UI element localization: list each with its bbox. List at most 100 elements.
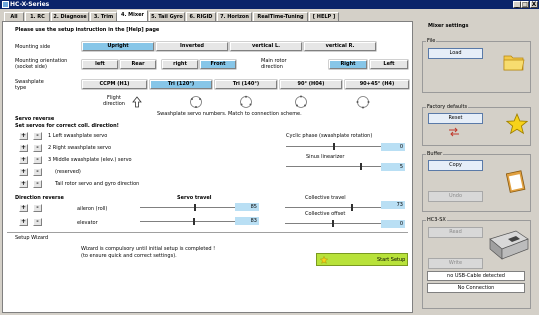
- tab-all[interactable]: All: [4, 12, 24, 21]
- buffer-group: Buffer Copy Undo: [422, 151, 531, 212]
- servo1-label: 1 Left swashplate servo: [48, 133, 108, 139]
- copy-button[interactable]: Copy: [428, 160, 483, 171]
- aileron-travel-slider[interactable]: [140, 203, 235, 213]
- file-group-label: File: [426, 38, 437, 44]
- orientation-front-button[interactable]: Front: [200, 60, 236, 69]
- wizard-message-line2: (to ensure quick and correct settings).: [81, 253, 177, 259]
- setup-wizard-title: Setup Wizard: [15, 235, 49, 241]
- tail-label: Tail rotor servo and gyro direction: [55, 181, 140, 187]
- undo-button[interactable]: Undo: [428, 191, 483, 202]
- swash-90-button[interactable]: 90° (H04): [280, 80, 342, 89]
- swash-tri120-button[interactable]: Tri (120°): [150, 80, 212, 89]
- tab-rc[interactable]: 1. RC: [25, 12, 50, 21]
- mounting-orientation-label: Mounting orientation (socket side): [15, 58, 68, 70]
- servo4-plus-button[interactable]: +: [19, 168, 28, 176]
- servo2-minus-button[interactable]: -: [33, 144, 42, 152]
- servo3-minus-button[interactable]: -: [33, 156, 42, 164]
- wizard-message-line1: Wizard is compulsory until initial setup…: [81, 246, 216, 252]
- aileron-minus-button[interactable]: -: [33, 204, 42, 212]
- factory-defaults-group: Factory defaults Reset: [422, 104, 531, 146]
- tab-realtime-tuning[interactable]: RealTime-Tuning: [253, 12, 308, 21]
- aileron-travel-value: 85: [235, 203, 259, 211]
- servo3-label: 3 Middle swashplate (elev.) servo: [48, 157, 132, 163]
- maximize-button[interactable]: □: [521, 1, 529, 8]
- sidebar: Mixer settings File Load Factory default…: [416, 21, 537, 313]
- orientation-rear-button[interactable]: Rear: [120, 60, 156, 69]
- hc3-label: HC3-SX: [426, 217, 447, 223]
- servo-reverse-subtitle: Set servos for correct coll. direction!: [15, 123, 119, 129]
- rotor-direction-label: Main rotor direction: [261, 58, 287, 70]
- rotor-right-button[interactable]: Right: [329, 60, 367, 69]
- close-button[interactable]: X: [530, 1, 538, 8]
- elevator-label: elevator: [77, 220, 98, 226]
- mounting-upright-button[interactable]: Upright: [82, 42, 154, 51]
- load-button[interactable]: Load: [428, 48, 483, 59]
- tab-tail-gyro[interactable]: 5. Tail Gyro: [149, 12, 185, 21]
- servo2-label: 2 Right swashplate servo: [48, 145, 112, 151]
- elevator-plus-button[interactable]: +: [19, 218, 28, 226]
- usb-status: no USB-Cable detected: [427, 271, 525, 281]
- rotor-left-button[interactable]: Left: [370, 60, 408, 69]
- app-icon: [2, 1, 9, 8]
- servo2-plus-button[interactable]: +: [19, 144, 28, 152]
- start-setup-button[interactable]: Start Setup: [316, 253, 408, 266]
- aileron-label: aileron (roll): [77, 206, 108, 212]
- mounting-side-label: Mounting side: [15, 44, 51, 50]
- collective-offset-slider[interactable]: [285, 219, 381, 229]
- tail-minus-button[interactable]: -: [33, 180, 42, 188]
- tab-help[interactable]: [ HELP ]: [309, 12, 339, 21]
- mounting-vertical-l-button[interactable]: vertical L.: [230, 42, 302, 51]
- orientation-right-button[interactable]: right: [162, 60, 198, 69]
- sinus-linearizer-label: Sinus linearizer: [306, 154, 345, 160]
- write-button[interactable]: Write: [428, 258, 483, 269]
- flight-direction-arrow-icon: [132, 96, 142, 108]
- minimize-button[interactable]: _: [513, 1, 521, 8]
- servo-caption: Swashplate servo numbers. Match to conne…: [157, 111, 302, 117]
- buffer-label: Buffer: [426, 151, 444, 157]
- tab-trim[interactable]: 3. Trim: [90, 12, 117, 21]
- flight-direction-label: Flight direction: [103, 95, 125, 107]
- cyclic-phase-label: Cyclic phase (swashplate rotation): [286, 133, 373, 139]
- factory-defaults-label: Factory defaults: [426, 104, 469, 110]
- servo-reverse-title: Servo reverse: [15, 116, 55, 122]
- servo3-plus-button[interactable]: +: [19, 156, 28, 164]
- mounting-vertical-r-button[interactable]: vertical R.: [304, 42, 376, 51]
- swash-servo-tri120-icon: [240, 95, 252, 108]
- swash-ccpm-button[interactable]: CCPM (H1): [82, 80, 147, 89]
- sidebar-title: Mixer settings: [428, 23, 469, 29]
- swash-servo-90-icon: [356, 96, 370, 109]
- cyclic-phase-value: 0: [381, 143, 405, 151]
- reset-button[interactable]: Reset: [428, 113, 483, 124]
- sinus-linearizer-slider[interactable]: [286, 162, 382, 172]
- window-title: HC-X-Series: [10, 1, 50, 8]
- servo-travel-title: Servo travel: [177, 195, 212, 201]
- swash-90-45-button[interactable]: 90+45° (H4): [345, 80, 409, 89]
- read-button[interactable]: Read: [428, 227, 483, 238]
- tab-mixer[interactable]: 4. Mixer: [117, 10, 148, 21]
- sinus-linearizer-value: 5: [381, 163, 405, 171]
- cyclic-phase-slider[interactable]: [286, 142, 382, 152]
- flybarless-unit-icon: [489, 230, 529, 260]
- elevator-minus-button[interactable]: -: [33, 218, 42, 226]
- mixer-panel: Please use the setup instruction in the …: [2, 21, 413, 313]
- servo4-minus-button[interactable]: -: [33, 168, 42, 176]
- connection-status: No Connection: [427, 283, 525, 293]
- tab-diagnose[interactable]: 2. Diagnose: [51, 12, 89, 21]
- tab-horizon[interactable]: 7. Horizon: [217, 12, 252, 21]
- elevator-travel-slider[interactable]: [140, 217, 235, 227]
- collective-offset-label: Collective offset: [305, 211, 346, 217]
- clipboard-icon: [506, 170, 526, 193]
- title-bar: HC-X-Series _ □ X: [0, 0, 539, 9]
- mounting-inverted-button[interactable]: Inverted: [156, 42, 228, 51]
- servo1-minus-button[interactable]: -: [33, 132, 42, 140]
- star-icon: [506, 113, 528, 135]
- tail-plus-button[interactable]: +: [19, 180, 28, 188]
- swash-tri140-button[interactable]: Tri (140°): [215, 80, 277, 89]
- orientation-left-button[interactable]: left: [82, 60, 118, 69]
- aileron-plus-button[interactable]: +: [19, 204, 28, 212]
- collective-offset-value: 0: [381, 220, 405, 228]
- servo1-plus-button[interactable]: +: [19, 132, 28, 140]
- swashplate-type-label: Swashplate type: [15, 79, 44, 91]
- tab-rigid[interactable]: 6. RIGID: [186, 12, 216, 21]
- direction-reverse-title: Direction reverse: [15, 195, 64, 201]
